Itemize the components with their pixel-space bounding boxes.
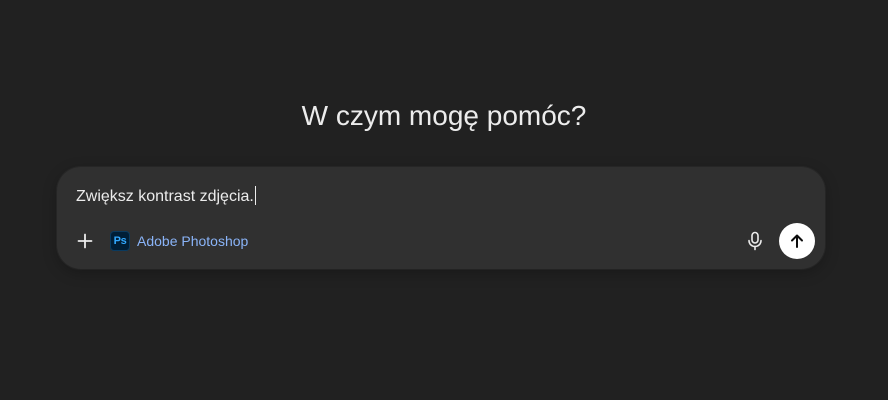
tool-chip-label: Adobe Photoshop	[137, 233, 249, 249]
photoshop-logo-text: Ps	[113, 235, 127, 247]
text-caret	[254, 186, 256, 205]
page-title: W czym mogę pomóc?	[301, 100, 587, 131]
prompt-composer: Zwiększ kontrast zdjęcia. Ps Adobe Photo…	[57, 167, 825, 269]
chat-home: W czym mogę pomóc? Zwiększ kontrast zdję…	[0, 0, 888, 400]
arrow-up-icon	[791, 234, 803, 248]
send-button[interactable]	[779, 223, 815, 259]
tool-chip-photoshop[interactable]: Ps Adobe Photoshop	[110, 229, 248, 253]
voice-input-button[interactable]	[743, 229, 767, 253]
photoshop-logo-icon: Ps	[110, 231, 130, 251]
prompt-input[interactable]: Zwiększ kontrast zdjęcia.	[76, 185, 716, 209]
prompt-input-text: Zwiększ kontrast zdjęcia.	[76, 188, 254, 205]
plus-icon	[77, 233, 93, 249]
add-attachment-button[interactable]	[73, 227, 97, 255]
microphone-icon	[748, 231, 762, 251]
